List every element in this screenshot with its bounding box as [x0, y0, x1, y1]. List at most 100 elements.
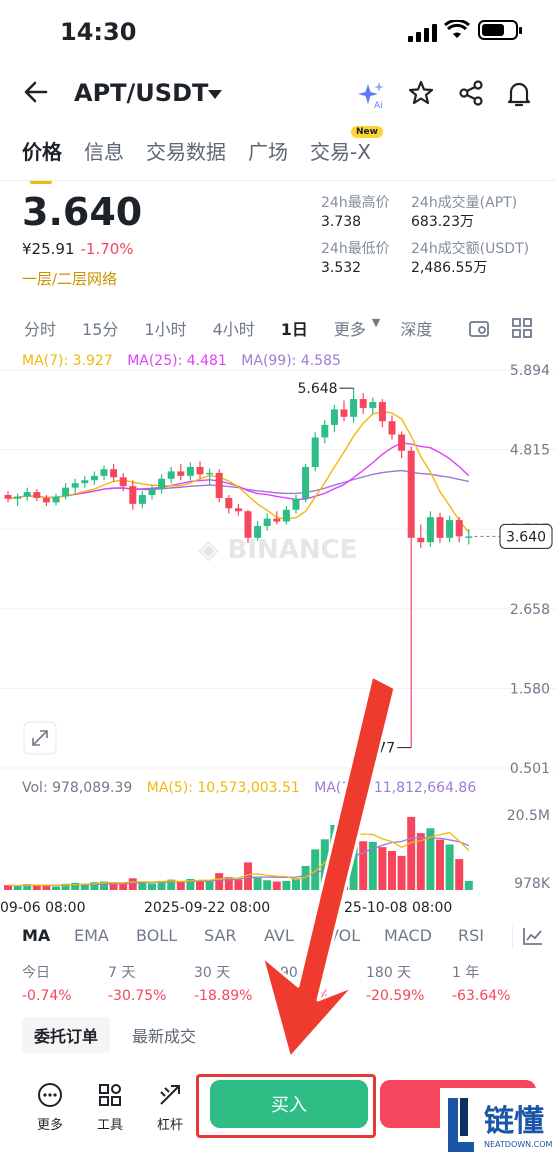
interval-more[interactable]: 更多 [334, 316, 366, 340]
fullscreen-expand-icon[interactable] [23, 721, 57, 755]
candle-body [81, 480, 89, 484]
performance-label: 今日 [22, 965, 50, 981]
candle-body [282, 509, 290, 522]
candle-body [71, 483, 79, 488]
volume-bar [52, 886, 60, 890]
pair-title[interactable]: APT/USDT [74, 79, 208, 107]
high-annotation: 5.648 [298, 381, 338, 397]
signal-icon [408, 24, 437, 42]
volume-chart[interactable]: 20.5M 978K 09-06 08:00 2025-09-22 08:00 25-1… [0, 800, 556, 920]
performance-cell: 7 天 -30.75% [108, 962, 198, 1004]
share-icon[interactable] [458, 80, 484, 106]
indicator-chart-icon[interactable] [522, 926, 544, 946]
tools-icon [99, 1084, 121, 1106]
volume-bar [272, 881, 281, 890]
price-cny: ¥25.91 -1.70% [22, 240, 134, 258]
tab-latest-trades[interactable]: 最新成交 [132, 1023, 196, 1047]
status-bar: 14:30 [0, 0, 556, 62]
volume-current: Vol: 978,089.39 [22, 780, 133, 796]
volume-bar [436, 839, 444, 890]
interval-15m[interactable]: 15分 [82, 316, 118, 340]
chart-watermark: ◈ BINANCE [198, 535, 357, 565]
volume-bar [215, 873, 224, 890]
depth-tab[interactable]: 深度 [400, 316, 432, 340]
indicator-tab-ema[interactable]: EMA [74, 926, 109, 945]
y-axis-tick-label: 1.580 [510, 681, 550, 697]
performance-cell: 今日 -0.74% [22, 962, 112, 1004]
leverage-label: 杠杆 [156, 1118, 183, 1133]
performance-value: -8.13% [280, 988, 330, 1004]
tab-info[interactable]: 信息 [84, 136, 124, 178]
indicator-tab-avl[interactable]: AVL [264, 926, 294, 945]
more-caret-icon[interactable]: ▼ [372, 316, 380, 340]
interval-1d[interactable]: 1日 [281, 316, 308, 340]
candle-body [340, 409, 348, 417]
candle-body [446, 520, 454, 538]
volume-bar [445, 844, 454, 890]
candle-body [398, 434, 406, 451]
interval-1h[interactable]: 1小时 [144, 316, 186, 340]
volume-bar [407, 816, 416, 890]
tab-trading-data[interactable]: 交易数据 [146, 136, 226, 178]
star-favorite-icon[interactable] [408, 80, 434, 106]
tab-square[interactable]: 广场 [248, 136, 288, 178]
performance-value: -20.59% [366, 988, 425, 1004]
indicator-tab-vol[interactable]: VOL [328, 926, 360, 945]
pair-dropdown-caret-icon[interactable] [208, 90, 222, 99]
clock: 14:30 [60, 18, 137, 46]
ai-sparkle-icon[interactable]: Ai [356, 80, 386, 110]
site-watermark-logo: 链懂 NEATDOWN.COM [440, 1088, 556, 1160]
chart-settings-icon[interactable] [468, 318, 490, 340]
back-arrow-icon[interactable] [22, 78, 50, 106]
performance-cell: 1 年 -63.64% [452, 962, 542, 1004]
network-tag[interactable]: 一层/二层网络 [22, 268, 117, 289]
tab-trade-x-label: 交易-X [310, 140, 371, 164]
volume-bar [455, 859, 464, 890]
candle-body [186, 466, 194, 476]
logo-text: 链懂 [484, 1104, 544, 1139]
indicator-tab-boll[interactable]: BOLL [136, 926, 177, 945]
candle-body [62, 487, 70, 497]
interval-timeshare[interactable]: 分时 [24, 316, 56, 340]
volume-bar [148, 883, 156, 890]
performance-label: 30 天 [194, 965, 231, 981]
indicator-tab-sar[interactable]: SAR [204, 926, 237, 945]
volume-bar [359, 841, 368, 890]
volume-bar [388, 851, 396, 890]
tab-trade-x[interactable]: 交易-X New [310, 126, 383, 178]
volume-bar [340, 836, 348, 890]
candle-body [273, 518, 281, 522]
volume-bar [253, 877, 262, 890]
candle-body [148, 489, 156, 496]
indicator-tab-macd[interactable]: MACD [384, 926, 432, 945]
candlestick-chart[interactable]: 5.8944.8153.7372.6581.5800.501◈ BINANCE5… [0, 350, 556, 780]
tab-price[interactable]: 价格 [22, 136, 62, 184]
interval-4h[interactable]: 4小时 [213, 316, 255, 340]
tools-button[interactable]: 工具 [87, 1082, 133, 1133]
candle-body [321, 424, 329, 438]
performance-label: 1 年 [452, 965, 480, 981]
divider [0, 180, 556, 181]
leverage-button[interactable]: 杠杆 [147, 1082, 193, 1133]
performance-value: -63.64% [452, 988, 511, 1004]
tab-open-orders[interactable]: 委托订单 [22, 1017, 111, 1053]
candle-body [33, 492, 41, 498]
performance-label: 7 天 [108, 965, 136, 981]
candle-body [407, 450, 415, 538]
bell-alert-icon[interactable] [506, 80, 532, 108]
layout-grid-icon[interactable] [512, 318, 532, 338]
candle-body [215, 472, 223, 498]
indicator-tab-rsi[interactable]: RSI [458, 926, 484, 945]
divider [512, 926, 513, 948]
volume-bar [128, 878, 137, 890]
volume-axis-tick: 978K [514, 876, 551, 892]
buy-button[interactable]: 买入 [210, 1080, 368, 1128]
volume-bar [397, 855, 406, 890]
indicator-tab-ma[interactable]: MA [22, 926, 50, 945]
candle-body [330, 409, 338, 425]
leverage-icon [160, 1085, 180, 1105]
wifi-icon [444, 20, 470, 38]
price-change: -1.70% [80, 240, 134, 258]
candle-body [52, 496, 60, 503]
more-button[interactable]: 更多 [27, 1082, 73, 1133]
